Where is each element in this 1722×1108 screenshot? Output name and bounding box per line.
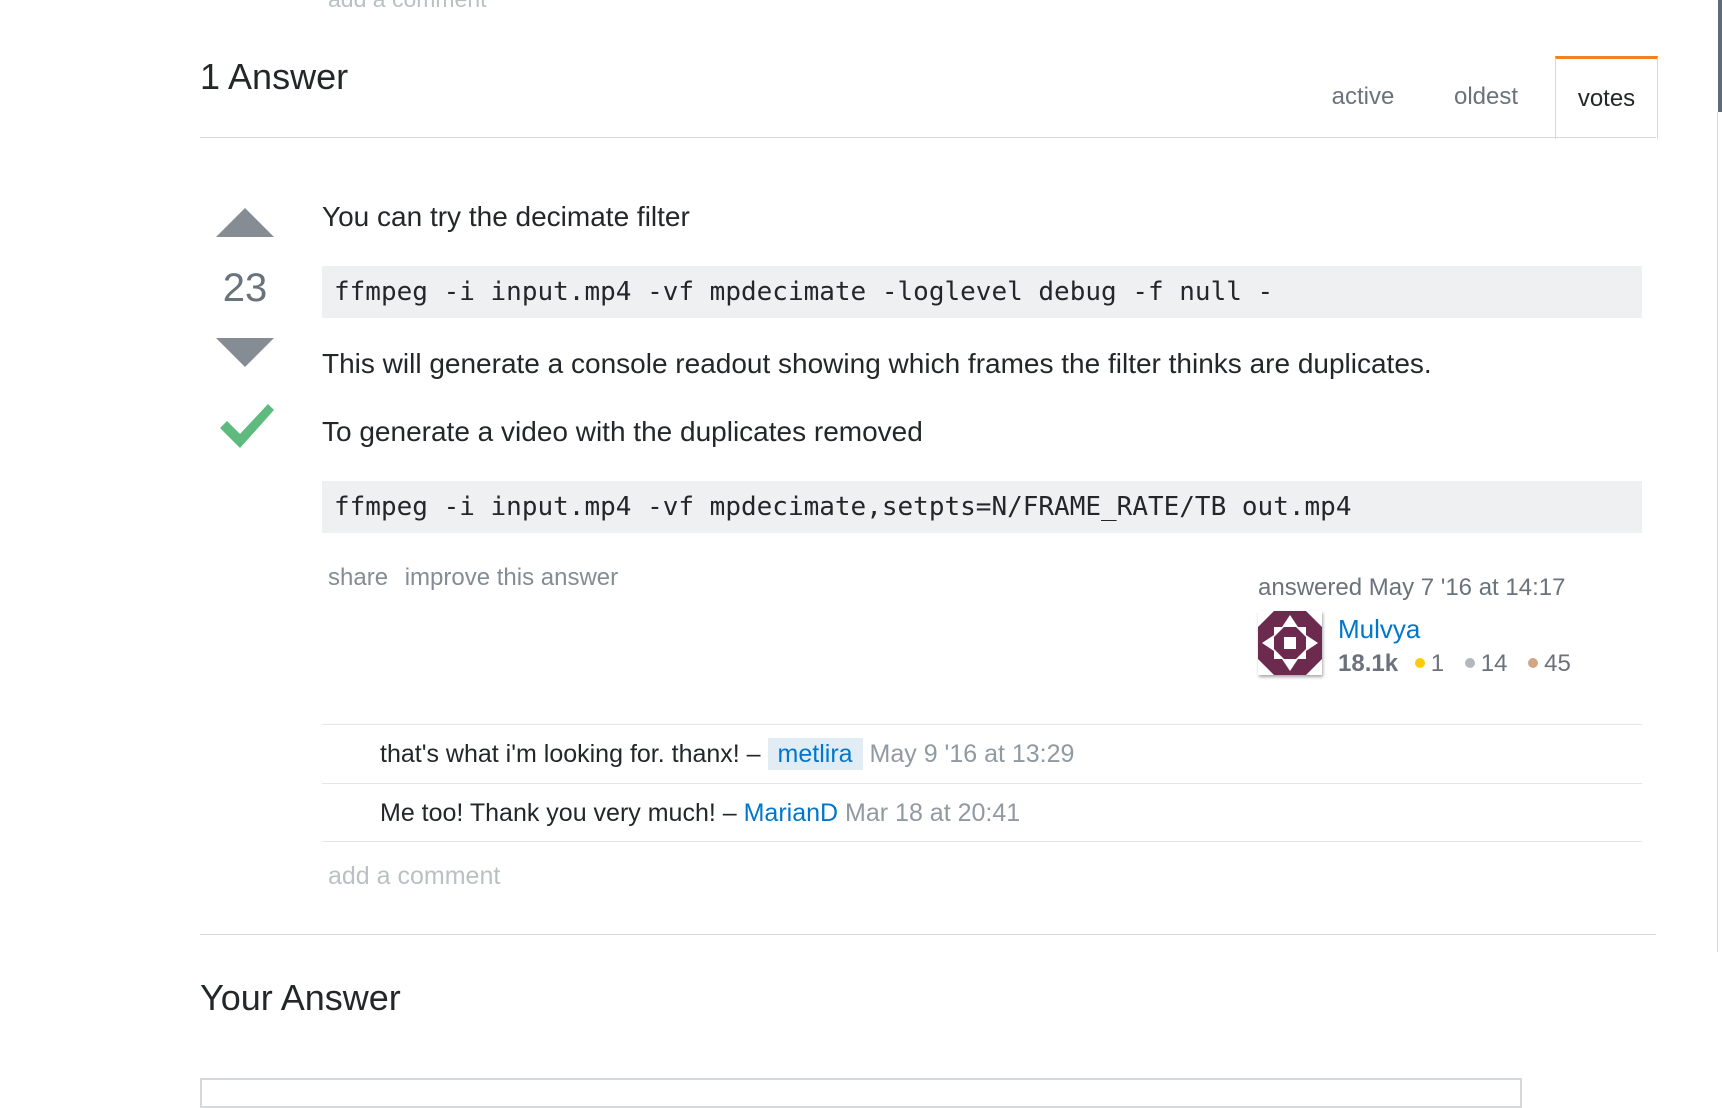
answers-count-heading: 1 Answer: [200, 56, 349, 97]
gold-badge-icon: [1414, 657, 1425, 668]
scrollbar-track[interactable]: [1717, 112, 1718, 952]
silver-badge-count: 14: [1480, 650, 1508, 677]
vote-count: 23: [222, 266, 268, 310]
upvote-icon[interactable]: [216, 208, 274, 237]
comments-divider: [322, 841, 1642, 842]
comments-list: that's what i'm looking for. thanx! – me…: [322, 724, 1642, 842]
add-comment-link[interactable]: add a comment: [328, 862, 500, 891]
bronze-badge-count: 45: [1544, 650, 1571, 677]
scrollbar-thumb[interactable]: [1718, 0, 1722, 112]
comment-date[interactable]: Mar 18 at 20:41: [845, 799, 1020, 827]
comment-text: Me too! Thank you very much! –: [380, 799, 737, 827]
answer-paragraph: This will generate a console readout sho…: [322, 348, 1432, 379]
tab-active[interactable]: active: [1312, 56, 1414, 138]
comment: that's what i'm looking for. thanx! – me…: [322, 724, 1642, 783]
answer-author-link[interactable]: Mulvya: [1338, 614, 1420, 645]
accepted-checkmark-icon: [220, 404, 274, 448]
comment-text: that's what i'm looking for. thanx! –: [380, 740, 761, 768]
comment-user-link[interactable]: metlira: [767, 738, 863, 770]
downvote-icon[interactable]: [216, 338, 274, 367]
tab-votes[interactable]: votes: [1555, 56, 1658, 139]
code-block: ffmpeg -i input.mp4 -vf mpdecimate,setpt…: [322, 481, 1642, 533]
improve-answer-link[interactable]: improve this answer: [405, 564, 618, 591]
previous-add-comment-link[interactable]: add a comment: [328, 0, 487, 13]
share-link[interactable]: share: [328, 564, 388, 591]
answer-paragraph: To generate a video with the duplicates …: [322, 416, 923, 447]
comment: Me too! Thank you very much! – MarianD M…: [322, 783, 1642, 842]
user-avatar[interactable]: [1258, 611, 1322, 675]
reputation-score: 18.1k: [1338, 650, 1399, 677]
comment-user-link[interactable]: MarianD: [744, 799, 838, 827]
section-divider: [200, 934, 1656, 935]
code-block: ffmpeg -i input.mp4 -vf mpdecimate -logl…: [322, 266, 1642, 318]
tabs-divider: [200, 137, 1656, 138]
author-reputation: 18.1k 1 14 45: [1338, 650, 1585, 678]
gold-badge-count: 1: [1430, 650, 1445, 677]
tab-oldest[interactable]: oldest: [1430, 56, 1542, 138]
comment-date[interactable]: May 9 '16 at 13:29: [870, 740, 1075, 768]
answered-timestamp: answered May 7 '16 at 14:17: [1258, 574, 1566, 601]
your-answer-heading: Your Answer: [200, 977, 401, 1018]
silver-badge-icon: [1464, 657, 1475, 668]
post-menu: share improve this answer: [328, 564, 628, 592]
answer-editor[interactable]: [200, 1078, 1522, 1108]
bronze-badge-icon: [1528, 657, 1539, 668]
answer-paragraph: You can try the decimate filter: [322, 201, 690, 232]
answer-sort-tabs: active oldest votes: [1302, 56, 1658, 139]
